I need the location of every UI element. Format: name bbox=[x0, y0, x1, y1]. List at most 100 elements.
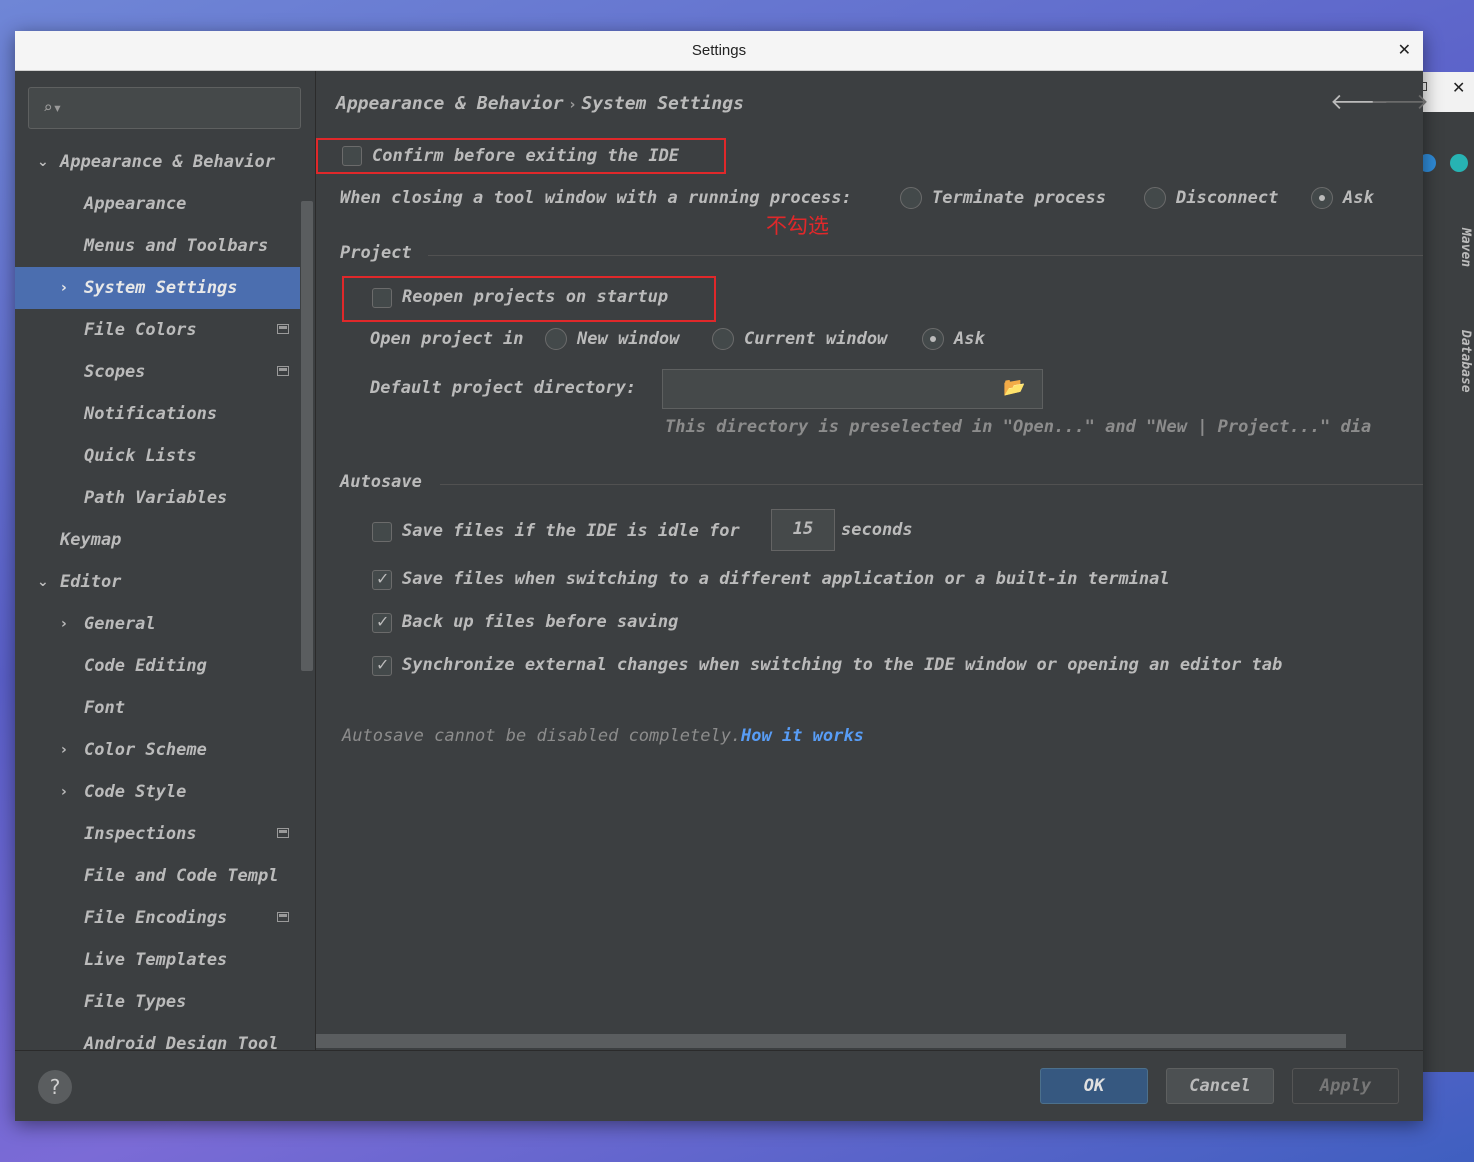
chevron-down-icon: ⌄ bbox=[37, 154, 49, 170]
tree-item-label: Appearance bbox=[84, 194, 187, 214]
open-project-label: Open project in bbox=[370, 329, 524, 349]
dialog-footer: ? OK Cancel Apply bbox=[15, 1050, 1423, 1121]
tree-item-file-code-templates[interactable]: File and Code Templ bbox=[15, 855, 300, 897]
tree-item-quick-lists[interactable]: Quick Lists bbox=[15, 435, 300, 477]
tree-item-color-scheme[interactable]: › Color Scheme bbox=[15, 729, 300, 771]
chevron-right-icon: › bbox=[61, 616, 67, 632]
tree-item-label: Font bbox=[84, 698, 125, 718]
terminate-process-label: Terminate process bbox=[932, 188, 1106, 208]
tree-item-label: Appearance & Behavior bbox=[60, 152, 275, 172]
tree-item-code-style[interactable]: › Code Style bbox=[15, 771, 300, 813]
terminate-process-radio[interactable] bbox=[900, 187, 922, 209]
settings-tree: ⌕▾ ⌄ Appearance & Behavior Appearance Me… bbox=[15, 71, 315, 1050]
new-window-radio[interactable] bbox=[545, 328, 567, 350]
save-idle-label: Save files if the IDE is idle for bbox=[402, 521, 740, 541]
tree-item-label: Notifications bbox=[84, 404, 218, 424]
search-icon: ⌕▾ bbox=[43, 98, 63, 117]
tree-item-label: Code Style bbox=[84, 782, 187, 802]
backup-label: Back up files before saving bbox=[402, 612, 679, 632]
settings-content: Appearance & Behavior › System Settings 🡐 … bbox=[316, 71, 1429, 1050]
search-input[interactable]: ⌕▾ bbox=[28, 87, 301, 129]
tree-item-editor[interactable]: ⌄ Editor bbox=[15, 561, 300, 603]
current-window-label: Current window bbox=[744, 329, 888, 349]
section-divider bbox=[428, 255, 1423, 256]
tree-item-file-colors[interactable]: File Colors bbox=[15, 309, 300, 351]
idle-seconds-input[interactable]: 15 bbox=[771, 509, 835, 551]
save-idle-checkbox[interactable] bbox=[372, 522, 392, 542]
confirm-exit-label: Confirm before exiting the IDE bbox=[372, 146, 680, 166]
tree-item-label: File and Code Templ bbox=[84, 866, 279, 886]
confirm-exit-checkbox[interactable] bbox=[342, 146, 362, 166]
settings-dialog: Settings ✕ ⌕▾ ⌄ Appearance & Behavior Ap… bbox=[15, 31, 1429, 1121]
tree-item-label: Inspections bbox=[84, 824, 197, 844]
chevron-right-icon: › bbox=[61, 280, 67, 296]
help-button[interactable]: ? bbox=[38, 1070, 72, 1104]
current-window-radio[interactable] bbox=[712, 328, 734, 350]
chevron-right-icon: › bbox=[61, 784, 67, 800]
seconds-label: seconds bbox=[841, 520, 913, 540]
ask-label: Ask bbox=[1343, 188, 1374, 208]
close-icon[interactable]: ✕ bbox=[1398, 40, 1411, 59]
breadcrumb-current: System Settings bbox=[581, 93, 744, 114]
tree-item-notifications[interactable]: Notifications bbox=[15, 393, 300, 435]
reopen-projects-label: Reopen projects on startup bbox=[402, 287, 669, 307]
tree-item-appearance-behavior[interactable]: ⌄ Appearance & Behavior bbox=[15, 141, 300, 183]
breadcrumb-separator-icon: › bbox=[569, 97, 576, 113]
tree-item-font[interactable]: Font bbox=[15, 687, 300, 729]
breadcrumb-parent[interactable]: Appearance & Behavior bbox=[336, 93, 564, 114]
breadcrumb: Appearance & Behavior › System Settings bbox=[336, 93, 744, 114]
tree-item-inspections[interactable]: Inspections bbox=[15, 813, 300, 855]
project-level-icon bbox=[277, 324, 289, 334]
maven-tool-label: Maven bbox=[1458, 228, 1473, 268]
tree-item-scopes[interactable]: Scopes bbox=[15, 351, 300, 393]
tree-item-path-variables[interactable]: Path Variables bbox=[15, 477, 300, 519]
tree-item-appearance[interactable]: Appearance bbox=[15, 183, 300, 225]
project-section-title: Project bbox=[340, 243, 412, 263]
tree-item-live-templates[interactable]: Live Templates bbox=[15, 939, 300, 981]
tree-item-file-encodings[interactable]: File Encodings bbox=[15, 897, 300, 939]
tree-item-android-design-tool[interactable]: Android Design Tool bbox=[15, 1023, 300, 1050]
tree-item-keymap[interactable]: Keymap bbox=[15, 519, 300, 561]
project-level-icon bbox=[277, 366, 289, 376]
folder-icon[interactable]: 📂 bbox=[1003, 377, 1025, 398]
horizontal-scrollbar[interactable] bbox=[316, 1034, 1346, 1048]
tree-item-system-settings[interactable]: › System Settings bbox=[15, 267, 300, 309]
chevron-right-icon: › bbox=[61, 742, 67, 758]
run-icon bbox=[1450, 154, 1468, 172]
tree-item-menus-toolbars[interactable]: Menus and Toolbars bbox=[15, 225, 300, 267]
tree-item-label: File Types bbox=[84, 992, 187, 1012]
open-ask-label: Ask bbox=[954, 329, 985, 349]
tree-item-label: Live Templates bbox=[84, 950, 228, 970]
default-directory-field[interactable]: 📂 bbox=[662, 369, 1043, 409]
chevron-down-icon: ⌄ bbox=[37, 574, 49, 590]
tree-item-label: Color Scheme bbox=[84, 740, 207, 760]
default-directory-hint: This directory is preselected in "Open..… bbox=[665, 417, 1372, 437]
forward-arrow-icon: 🡒 bbox=[1370, 90, 1429, 115]
reopen-projects-checkbox[interactable] bbox=[372, 288, 392, 308]
disconnect-label: Disconnect bbox=[1176, 188, 1279, 208]
tree-item-file-types[interactable]: File Types bbox=[15, 981, 300, 1023]
apply-button[interactable]: Apply bbox=[1292, 1068, 1399, 1104]
sidebar-scrollbar[interactable] bbox=[301, 201, 313, 671]
ok-button[interactable]: OK bbox=[1040, 1068, 1148, 1104]
cancel-button[interactable]: Cancel bbox=[1166, 1068, 1274, 1104]
save-switch-app-label: Save files when switching to a different… bbox=[402, 569, 1170, 589]
annotation-text: 不勾选 bbox=[766, 214, 829, 238]
save-switch-app-checkbox[interactable] bbox=[372, 569, 392, 590]
tree-item-general[interactable]: › General bbox=[15, 603, 300, 645]
backup-checkbox[interactable] bbox=[372, 612, 392, 633]
sync-external-checkbox[interactable] bbox=[372, 655, 392, 676]
ask-radio[interactable] bbox=[1311, 187, 1333, 209]
tree-item-label: Quick Lists bbox=[84, 446, 197, 466]
tool-window-label: When closing a tool window with a runnin… bbox=[340, 188, 852, 208]
dialog-title: Settings bbox=[691, 42, 747, 59]
disconnect-radio[interactable] bbox=[1144, 187, 1166, 209]
tree-item-code-editing[interactable]: Code Editing bbox=[15, 645, 300, 687]
tree-item-label: Menus and Toolbars bbox=[84, 236, 269, 256]
tree-item-label: File Colors bbox=[84, 320, 197, 340]
how-it-works-link[interactable]: How it works bbox=[741, 726, 864, 746]
open-ask-radio[interactable] bbox=[922, 328, 944, 350]
tree-item-label: Code Editing bbox=[84, 656, 207, 676]
tree-item-label: Editor bbox=[60, 572, 122, 592]
background-close-icon: ✕ bbox=[1452, 78, 1466, 97]
